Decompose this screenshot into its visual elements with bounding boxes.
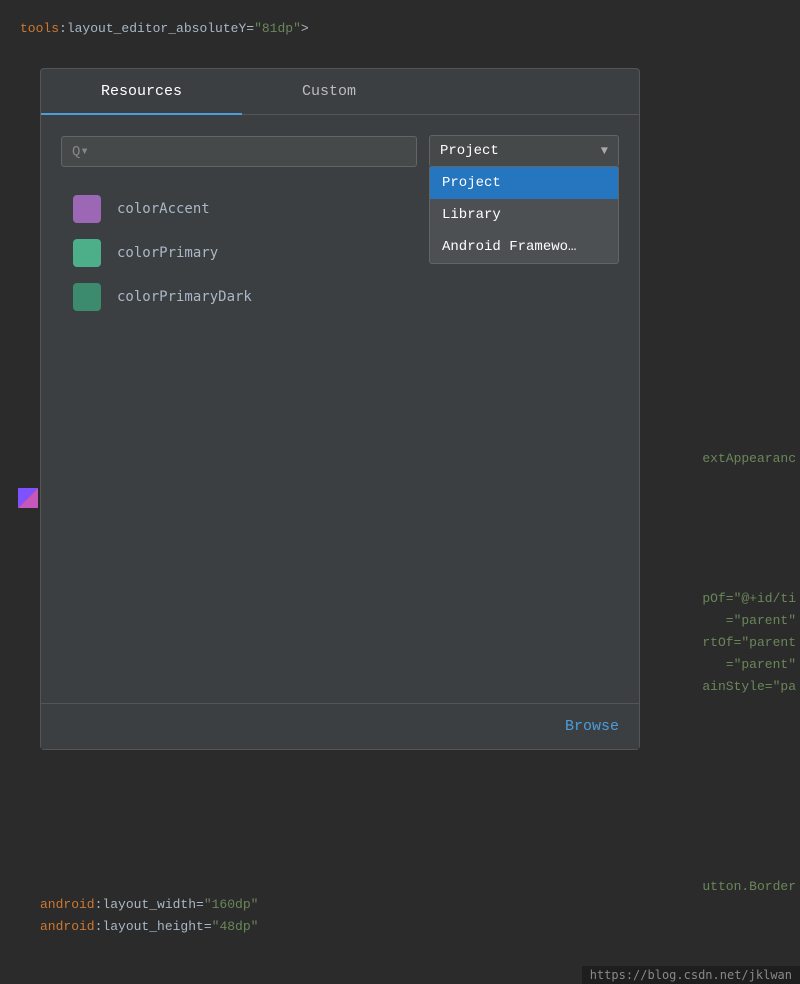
dialog-panel: Resources Custom Q▾ Project ▼ Project xyxy=(40,68,640,750)
tab-custom[interactable]: Custom xyxy=(242,69,416,114)
dropdown-selected-label: Project xyxy=(440,143,499,159)
right-code-2: pOf="@+id/ti xyxy=(702,588,800,610)
dropdown-wrapper: Project ▼ Project Library Android Framew… xyxy=(429,135,619,167)
list-item[interactable]: colorPrimaryDark xyxy=(61,275,619,319)
controls-row: Q▾ Project ▼ Project Library Android Fra… xyxy=(61,135,619,167)
color-name-primary: colorPrimary xyxy=(117,245,218,261)
search-icon: Q▾ xyxy=(72,143,89,160)
dropdown-item-project[interactable]: Project xyxy=(430,167,618,199)
right-code-1: extAppearanc xyxy=(702,448,800,470)
tab-resources[interactable]: Resources xyxy=(41,69,242,114)
bottom-code-width: android:layout_width="160dp" android:lay… xyxy=(0,894,800,948)
color-name-primary-dark: colorPrimaryDark xyxy=(117,289,252,305)
tabs-bar: Resources Custom xyxy=(41,69,639,115)
panel-content: Q▾ Project ▼ Project Library Android Fra… xyxy=(41,115,639,343)
dropdown-item-android-framework[interactable]: Android Framewo… xyxy=(430,231,618,263)
search-input[interactable] xyxy=(93,144,406,159)
kotlin-icon xyxy=(18,488,38,508)
right-code-6: ainStyle="pa xyxy=(702,676,800,698)
color-swatch-primary xyxy=(73,239,101,267)
panel-footer: Browse xyxy=(41,703,639,749)
dropdown-menu: Project Library Android Framewo… xyxy=(429,167,619,264)
browse-button[interactable]: Browse xyxy=(565,718,619,735)
dropdown-item-library[interactable]: Library xyxy=(430,199,618,231)
right-code-5: ="parent" xyxy=(726,654,800,676)
chevron-down-icon: ▼ xyxy=(601,144,608,158)
color-swatch-primary-dark xyxy=(73,283,101,311)
right-code-4: rtOf="parent xyxy=(702,632,800,654)
dropdown-button[interactable]: Project ▼ xyxy=(429,135,619,167)
color-name-accent: colorAccent xyxy=(117,201,210,217)
search-wrapper: Q▾ xyxy=(61,136,417,167)
right-code-3: ="parent" xyxy=(726,610,800,632)
color-swatch-accent xyxy=(73,195,101,223)
url-bar: https://blog.csdn.net/jklwan xyxy=(582,966,800,984)
